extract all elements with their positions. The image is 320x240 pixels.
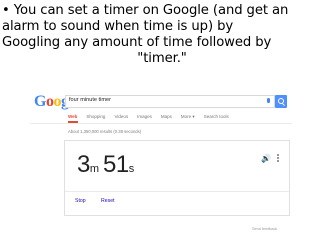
caption-line-4: "timer." bbox=[137, 51, 187, 66]
logo-letter: o bbox=[53, 93, 61, 110]
tab-web[interactable]: Web bbox=[68, 114, 77, 120]
tab-videos[interactable]: Videos bbox=[114, 114, 128, 120]
search-button[interactable] bbox=[275, 95, 287, 108]
timer-seconds: 51 bbox=[103, 151, 129, 178]
tab-maps[interactable]: Maps bbox=[161, 114, 172, 120]
caption-line-3: Googling any amount of time followed by bbox=[2, 35, 272, 50]
more-vert-icon[interactable] bbox=[277, 154, 280, 163]
logo-letter: G bbox=[34, 93, 46, 110]
tab-images[interactable]: Images bbox=[137, 114, 152, 120]
tab-more[interactable]: More ▾ bbox=[181, 114, 195, 120]
stop-button[interactable]: Stop bbox=[75, 198, 86, 204]
timer-card: 3m 51s 🔊 Stop Reset bbox=[64, 140, 290, 216]
result-stats: About 1,350,000 results (0.38 seconds) bbox=[68, 129, 142, 134]
tab-shopping[interactable]: Shopping bbox=[86, 114, 105, 120]
timer-divider bbox=[65, 191, 289, 192]
speaker-icon[interactable]: 🔊 bbox=[261, 155, 271, 163]
header-divider bbox=[30, 123, 292, 124]
search-input[interactable]: four minute timer bbox=[65, 95, 275, 108]
reset-button[interactable]: Reset bbox=[101, 198, 115, 204]
timer-seconds-unit: s bbox=[128, 163, 135, 175]
timer-minutes: 3 bbox=[77, 151, 90, 178]
google-screenshot: Google four minute timer Web Shopping Vi… bbox=[30, 88, 292, 234]
mic-icon[interactable] bbox=[267, 98, 270, 103]
caption-line-2: alarm to sound when time is up) by bbox=[2, 19, 234, 34]
search-tabs: Web Shopping Videos Images Maps More ▾ S… bbox=[68, 114, 229, 120]
tab-search-tools[interactable]: Search tools bbox=[204, 114, 229, 120]
search-icon-handle bbox=[282, 103, 285, 106]
caption-line-1: • You can set a timer on Google (and get… bbox=[2, 3, 289, 18]
search-query: four minute timer bbox=[69, 97, 111, 103]
timer-display: 3m 51s bbox=[77, 151, 138, 179]
timer-minutes-unit: m bbox=[89, 163, 100, 175]
caption-text: • You can set a timer on Google (and get… bbox=[2, 3, 318, 67]
send-feedback-link[interactable]: Send feedback bbox=[252, 227, 277, 231]
